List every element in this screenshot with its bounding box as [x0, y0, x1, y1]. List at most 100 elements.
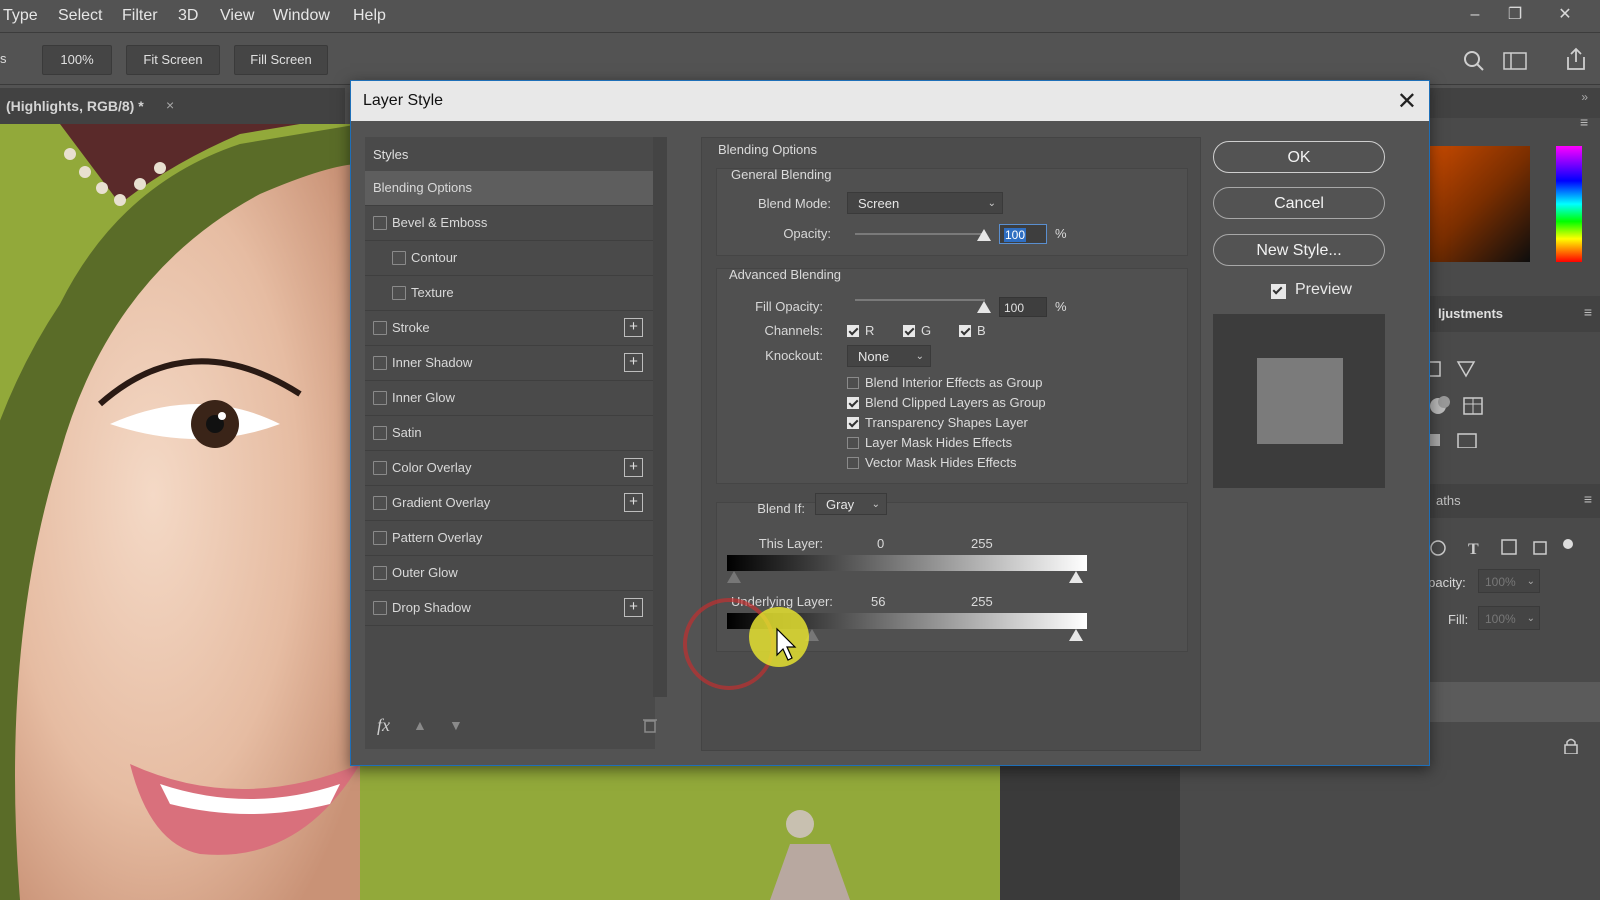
fill-screen-button[interactable]: Fill Screen: [234, 45, 328, 75]
this-layer-high-knob[interactable]: [1069, 571, 1083, 583]
tab-paths[interactable]: aths: [1436, 493, 1461, 508]
options-fragment: s: [0, 51, 7, 66]
opacity-slider-knob[interactable]: [977, 229, 991, 241]
layer-filter-icons: T: [1430, 539, 1573, 558]
style-checkbox[interactable]: [392, 286, 406, 300]
zoom-100-button[interactable]: 100%: [42, 45, 112, 75]
style-item-pattern-overlay[interactable]: Pattern Overlay: [365, 521, 655, 556]
styles-header[interactable]: Styles: [365, 137, 655, 171]
style-checkbox[interactable]: [373, 391, 387, 405]
fx-icon[interactable]: fx: [377, 715, 390, 736]
style-item-outer-glow[interactable]: Outer Glow: [365, 556, 655, 591]
style-checkbox[interactable]: [373, 496, 387, 510]
move-down-icon[interactable]: ▼: [449, 717, 463, 733]
restore-icon[interactable]: ❐: [1500, 4, 1530, 26]
option-checkbox-transparency-shapes-layer[interactable]: [847, 417, 859, 429]
move-up-icon[interactable]: ▲: [413, 717, 427, 733]
style-item-satin[interactable]: Satin: [365, 416, 655, 451]
style-item-inner-shadow[interactable]: Inner Shadow +: [365, 346, 655, 381]
style-item-gradient-overlay[interactable]: Gradient Overlay +: [365, 486, 655, 521]
option-checkbox-layer-mask-hides-effects[interactable]: [847, 437, 859, 449]
ok-button[interactable]: OK: [1213, 141, 1385, 173]
fill-opacity-slider[interactable]: [855, 299, 985, 301]
cancel-button[interactable]: Cancel: [1213, 187, 1385, 219]
style-checkbox[interactable]: [373, 216, 387, 230]
fit-screen-button[interactable]: Fit Screen: [126, 45, 220, 75]
preview-checkbox[interactable]: [1271, 284, 1286, 299]
minimize-icon[interactable]: –: [1460, 4, 1490, 26]
style-item-texture[interactable]: Texture: [365, 276, 655, 311]
hue-slider[interactable]: [1556, 146, 1582, 262]
style-checkbox[interactable]: [373, 601, 387, 615]
tab-adjustments[interactable]: ljustments: [1438, 306, 1503, 321]
blend-if-dropdown[interactable]: Gray ⌄: [815, 493, 887, 515]
add-effect-icon[interactable]: +: [624, 318, 643, 337]
share-icon[interactable]: [1565, 47, 1587, 71]
layer-opacity-field[interactable]: 100% ⌄: [1478, 569, 1540, 593]
close-dialog-icon[interactable]: ✕: [1397, 87, 1417, 116]
paths-menu-icon[interactable]: ≡: [1584, 491, 1592, 507]
opacity-input[interactable]: 100: [999, 224, 1047, 244]
menu-select[interactable]: Select: [58, 7, 102, 25]
style-item-bevel-emboss[interactable]: Bevel & Emboss: [365, 206, 655, 241]
menu-view[interactable]: View: [220, 7, 254, 25]
channel-g-checkbox[interactable]: [903, 325, 915, 337]
trash-icon[interactable]: [643, 717, 657, 733]
new-style-button[interactable]: New Style...: [1213, 234, 1385, 266]
style-checkbox[interactable]: [373, 321, 387, 335]
option-checkbox-blend-clipped-layers-as-group[interactable]: [847, 397, 859, 409]
color-field[interactable]: [1428, 146, 1530, 262]
fill-opacity-input[interactable]: 100: [999, 297, 1047, 317]
channel-r-checkbox[interactable]: [847, 325, 859, 337]
style-item-drop-shadow[interactable]: Drop Shadow +: [365, 591, 655, 626]
knockout-dropdown[interactable]: None ⌄: [847, 345, 931, 367]
styles-scrollbar[interactable]: [653, 137, 667, 697]
style-checkbox[interactable]: [373, 461, 387, 475]
style-item-label: Gradient Overlay: [392, 495, 491, 510]
style-checkbox[interactable]: [373, 531, 387, 545]
search-icon[interactable]: [1463, 50, 1485, 72]
adjustments-menu-icon[interactable]: ≡: [1584, 304, 1592, 320]
close-window-icon[interactable]: ✕: [1550, 4, 1580, 26]
this-layer-low-knob[interactable]: [727, 571, 741, 583]
style-item-label: Blending Options: [373, 180, 473, 195]
layer-row-selected[interactable]: [1400, 682, 1600, 722]
layer-fill-field[interactable]: 100% ⌄: [1478, 606, 1540, 630]
blend-mode-dropdown[interactable]: Screen ⌄: [847, 192, 1003, 214]
option-checkbox-vector-mask-hides-effects[interactable]: [847, 457, 859, 469]
add-effect-icon[interactable]: +: [624, 598, 643, 617]
menu-help[interactable]: Help: [353, 7, 386, 25]
fill-opacity-slider-knob[interactable]: [977, 301, 991, 313]
style-item-contour[interactable]: Contour: [365, 241, 655, 276]
layer-style-dialog: Layer Style ✕ Styles Blending Options Bev…: [350, 80, 1430, 766]
underlying-layer-low-value: 56: [871, 594, 886, 609]
workspace-icon[interactable]: [1503, 52, 1527, 70]
style-item-color-overlay[interactable]: Color Overlay +: [365, 451, 655, 486]
close-document-icon[interactable]: ×: [166, 97, 174, 113]
style-checkbox[interactable]: [392, 251, 406, 265]
underlying-layer-high-knob[interactable]: [1069, 629, 1083, 641]
channel-b-checkbox[interactable]: [959, 325, 971, 337]
add-effect-icon[interactable]: +: [624, 353, 643, 372]
opacity-slider[interactable]: [855, 233, 985, 235]
document-tab[interactable]: (Highlights, RGB/8) * ×: [0, 88, 345, 124]
advanced-blending-section: Advanced Blending Fill Opacity: 100 % Ch…: [716, 267, 1188, 484]
style-item-blending-options[interactable]: Blending Options: [365, 171, 655, 206]
add-effect-icon[interactable]: +: [624, 493, 643, 512]
menu-3d[interactable]: 3D: [178, 7, 198, 25]
style-item-inner-glow[interactable]: Inner Glow: [365, 381, 655, 416]
menu-window[interactable]: Window: [273, 7, 330, 25]
style-checkbox[interactable]: [373, 426, 387, 440]
option-checkbox-blend-interior-effects-as-group[interactable]: [847, 377, 859, 389]
style-item-stroke[interactable]: Stroke +: [365, 311, 655, 346]
style-checkbox[interactable]: [373, 566, 387, 580]
option-label: Layer Mask Hides Effects: [865, 435, 1013, 450]
style-checkbox[interactable]: [373, 356, 387, 370]
add-effect-icon[interactable]: +: [624, 458, 643, 477]
menu-filter[interactable]: Filter: [122, 7, 158, 25]
panel-menu-icon[interactable]: ≡: [1580, 114, 1588, 130]
menu-type[interactable]: Type: [3, 7, 38, 25]
expand-panels-icon[interactable]: »: [1581, 90, 1588, 104]
style-item-label: Pattern Overlay: [392, 530, 483, 545]
option-label: Transparency Shapes Layer: [865, 415, 1028, 430]
